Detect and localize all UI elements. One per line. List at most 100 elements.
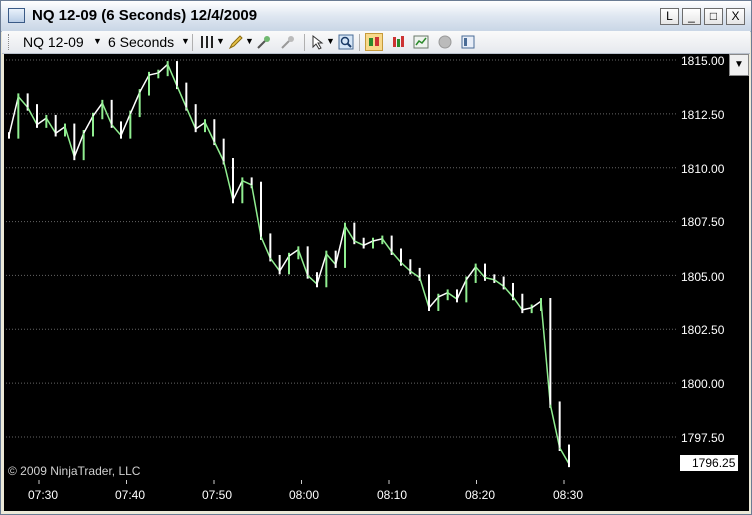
price-line-segment	[307, 274, 318, 285]
price-line-segment	[213, 141, 225, 162]
price-line-segment	[456, 279, 468, 300]
instrument-selector[interactable]: NQ 12-09	[23, 34, 84, 50]
bars-icon[interactable]	[391, 34, 407, 50]
pencil-dropdown-icon[interactable]: ▼	[245, 36, 254, 46]
price-line-segment	[549, 404, 561, 448]
price-line-segment	[354, 240, 364, 246]
price-line-segment	[447, 292, 458, 300]
price-line-segment	[222, 161, 234, 201]
current-price-label: 1796.25	[692, 456, 736, 470]
x-tick-label: 07:40	[115, 488, 146, 502]
current-price-marker: 1796.25	[680, 455, 738, 471]
y-tick-label: 1812.50	[681, 108, 725, 122]
price-line-segment	[242, 179, 252, 186]
toolbar-separator	[359, 34, 360, 51]
price-line-segment	[344, 225, 355, 242]
price-line-segment	[185, 107, 197, 130]
zoom-in-icon[interactable]	[256, 34, 272, 50]
price-line-segment	[381, 238, 393, 253]
price-chart[interactable]: ▼ 1815.00 1812.50 1810.00 1807.50 1805.0…	[4, 54, 749, 511]
interval-selector[interactable]: 6 Seconds	[108, 34, 174, 50]
price-line-segment	[157, 63, 169, 74]
price-line-segment	[55, 126, 66, 134]
price-line-segment	[522, 307, 532, 311]
price-line-segment	[409, 270, 421, 279]
toolbar: NQ 12-09 ▼ 6 Seconds ▼ ▼ ▼ ▼	[2, 31, 750, 54]
chart-canvas[interactable]	[4, 54, 749, 511]
price-line-segment	[8, 96, 20, 136]
x-tick-label: 07:30	[28, 488, 59, 502]
price-line-segment	[334, 225, 346, 265]
price-line-segment	[83, 115, 94, 134]
price-line-segment	[279, 255, 290, 272]
price-line-segment	[418, 277, 430, 308]
price-line-segment	[45, 117, 57, 134]
price-line-segment	[260, 236, 272, 259]
price-line-segment	[372, 238, 383, 242]
y-tick-label: 1802.50	[681, 323, 725, 337]
toolbar-grip[interactable]	[8, 34, 12, 50]
stop-icon[interactable]	[437, 34, 453, 50]
y-tick-label: 1797.50	[681, 431, 725, 445]
x-tick-label: 08:00	[289, 488, 320, 502]
x-tick-label: 07:50	[202, 488, 233, 502]
zoom-out-icon[interactable]	[280, 34, 296, 50]
chart-scroll-button[interactable]: ▼	[729, 54, 749, 76]
y-tick-label: 1815.00	[681, 54, 725, 68]
price-line-segment	[559, 447, 570, 465]
chart-icon[interactable]	[413, 34, 429, 50]
cursor-dropdown-icon[interactable]: ▼	[326, 36, 335, 46]
price-line-segment	[139, 74, 150, 93]
price-line-segment	[176, 85, 188, 108]
minimize-button[interactable]: _	[682, 8, 701, 25]
link-button[interactable]: L	[660, 8, 679, 25]
price-line-segment	[195, 121, 206, 130]
pencil-icon[interactable]	[228, 34, 244, 50]
price-line-segment	[540, 301, 552, 405]
price-line-segment	[250, 184, 262, 237]
x-tick-label: 08:10	[377, 488, 408, 502]
bar-type-icon[interactable]	[199, 34, 215, 50]
toolbar-separator	[304, 34, 305, 51]
price-line-segment	[92, 102, 103, 117]
maximize-button[interactable]: □	[704, 8, 723, 25]
cursor-icon[interactable]	[310, 34, 326, 50]
toolbar-separator	[192, 34, 193, 51]
price-line-segment	[484, 276, 495, 281]
price-line-segment	[73, 132, 85, 158]
price-line-segment	[64, 126, 76, 158]
price-line-segment	[148, 72, 159, 76]
bar-type-dropdown-icon[interactable]: ▼	[216, 36, 225, 46]
x-tick-label: 08:20	[465, 488, 496, 502]
y-tick-label: 1800.00	[681, 377, 725, 391]
y-tick-label: 1807.50	[681, 215, 725, 229]
properties-icon[interactable]	[460, 34, 476, 50]
price-line-segment	[166, 64, 178, 87]
price-line-segment	[438, 291, 448, 298]
close-button[interactable]: X	[726, 8, 745, 25]
price-line-segment	[493, 279, 505, 287]
price-line-segment	[465, 266, 477, 281]
price-line-segment	[475, 266, 486, 279]
interval-dropdown-icon[interactable]: ▼	[181, 36, 190, 46]
price-line-segment	[120, 113, 132, 136]
window-title: NQ 12-09 (6 Seconds) 12/4/2009	[32, 7, 258, 24]
price-line-segment	[111, 124, 122, 136]
title-bar[interactable]: NQ 12-09 (6 Seconds) 12/4/2009 L _ □ X	[1, 1, 751, 32]
chart-window: NQ 12-09 (6 Seconds) 12/4/2009 L _ □ X N…	[0, 0, 752, 515]
price-line-segment	[503, 285, 514, 298]
price-line-segment	[400, 261, 411, 272]
chart-app-icon	[8, 8, 25, 23]
price-line-segment	[363, 240, 374, 246]
price-line-segment	[428, 296, 439, 309]
price-line-segment	[297, 249, 309, 276]
price-line-segment	[232, 180, 244, 201]
magnifier-icon[interactable]	[338, 34, 354, 50]
instrument-dropdown-icon[interactable]: ▼	[93, 36, 102, 46]
price-line-segment	[288, 248, 299, 257]
candlestick-icon[interactable]	[365, 33, 383, 51]
price-line-segment	[269, 257, 281, 272]
price-line-segment	[101, 102, 113, 125]
price-line-segment	[325, 253, 337, 266]
price-line-segment	[27, 107, 38, 125]
